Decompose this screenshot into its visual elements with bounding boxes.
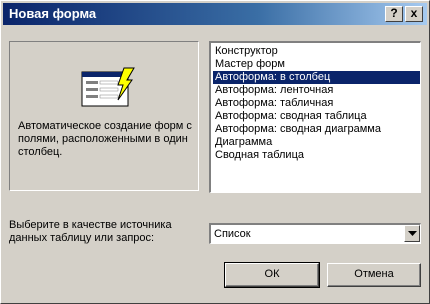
data-source-combo[interactable]: Список xyxy=(209,223,421,244)
preview-panel: Автоматическое создание форм с полями, р… xyxy=(9,41,199,191)
new-form-dialog: Новая форма ? x Автоматическое создание … xyxy=(0,0,430,304)
data-source-value: Список xyxy=(214,228,251,240)
window-title: Новая форма xyxy=(9,6,97,21)
list-item[interactable]: Автоформа: сводная таблица xyxy=(213,110,420,123)
title-bar: Новая форма ? x xyxy=(3,3,427,25)
list-item-selected[interactable]: Автоформа: в столбец xyxy=(213,71,420,84)
list-item[interactable]: Сводная таблица xyxy=(213,149,420,162)
list-item[interactable]: Автоформа: сводная диаграмма xyxy=(213,123,420,136)
list-item[interactable]: Конструктор xyxy=(213,45,420,58)
form-type-listbox[interactable]: Конструктор Мастер форм Автоформа: в сто… xyxy=(209,41,421,193)
list-item[interactable]: Автоформа: табличная xyxy=(213,97,420,110)
cancel-button[interactable]: Отмена xyxy=(327,263,421,287)
ok-button[interactable]: ОК xyxy=(224,262,320,288)
list-item[interactable]: Мастер форм xyxy=(213,58,420,71)
list-item[interactable]: Диаграмма xyxy=(213,136,420,149)
dropdown-button[interactable] xyxy=(404,225,420,242)
help-button[interactable]: ? xyxy=(385,6,403,22)
form-wizard-icon xyxy=(81,67,135,107)
chevron-down-icon xyxy=(408,231,417,236)
list-item[interactable]: Автоформа: ленточная xyxy=(213,84,420,97)
data-source-label: Выберите в качестве источника данных таб… xyxy=(9,219,172,244)
wizard-description: Автоматическое создание форм с полями, р… xyxy=(18,120,192,158)
close-button[interactable]: x xyxy=(405,6,423,22)
